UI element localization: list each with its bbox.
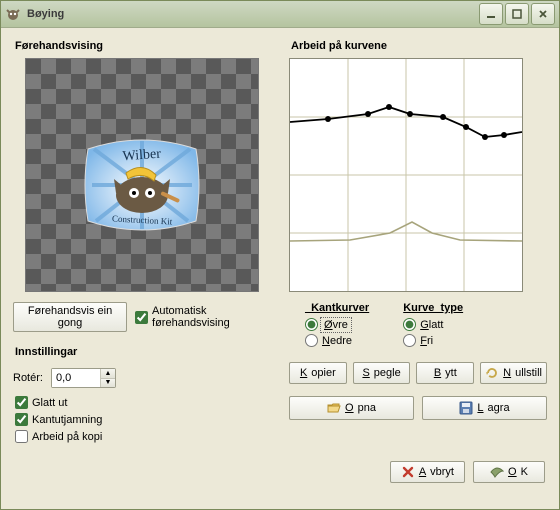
swap-button[interactable]: Bytt [416,362,474,384]
logo-text-top: Wilber [122,147,162,165]
smooth-checkbox[interactable]: Glatt ut [15,396,271,409]
ok-icon [490,465,504,479]
folder-open-icon [327,401,341,415]
open-button[interactable]: Opna [289,396,414,420]
auto-preview-checkbox[interactable]: Automatisk førehandsvising [135,305,271,329]
cancel-icon [401,465,415,479]
edge-upper-input[interactable] [305,318,318,331]
preview-once-button[interactable]: Førehandsvis ein gong [13,302,127,332]
ok-button[interactable]: OK [473,461,545,483]
app-icon [5,6,21,22]
smooth-input[interactable] [15,396,28,409]
settings-title: Innstillingar [15,346,271,358]
save-button[interactable]: Lagra [422,396,547,420]
maximize-button[interactable] [505,3,529,25]
curves-title: Arbeid på kurvene [291,40,547,52]
rotate-up[interactable]: ▲ [101,369,115,379]
edge-curves-title: _Kantkurver [305,302,369,314]
edge-lower-label: edre [330,335,352,347]
edge-upper-radio[interactable]: Øvre [305,318,369,331]
smooth-label: Glatt ut [32,397,67,409]
auto-preview-label: Automatisk førehandsvising [152,305,271,329]
mirror-button[interactable]: Spegle [353,362,411,384]
work-on-copy-input[interactable] [15,430,28,443]
rotate-down[interactable]: ▼ [101,379,115,388]
edge-lower-input[interactable] [305,334,318,347]
window-title: Bøying [27,8,479,20]
edge-upper-label: vre [333,319,348,331]
preview-title: Førehandsvising [15,40,271,52]
save-icon [459,401,473,415]
title-bar: Bøying [1,1,559,28]
type-free-label: ri [427,335,433,347]
reset-icon [485,366,499,380]
curve-type-title: Kurve_type [403,302,463,314]
type-smooth-label: latt [429,319,444,331]
curve-editor[interactable] [289,58,523,292]
close-button[interactable] [531,3,555,25]
preview-image: Wilber Construction Kit [84,137,200,233]
type-smooth-input[interactable] [403,318,416,331]
type-free-radio[interactable]: Fri [403,334,463,347]
edge-lower-radio[interactable]: Nedre [305,334,369,347]
antialias-checkbox[interactable]: Kantutjamning [15,413,271,426]
work-on-copy-label: Arbeid på kopi [32,431,102,443]
rotate-label: Rotér: [13,372,43,384]
type-smooth-radio[interactable]: Glatt [403,318,463,331]
preview-canvas: Wilber Construction Kit [25,58,259,292]
auto-preview-input[interactable] [135,311,148,324]
reset-button[interactable]: Nullstill [480,362,547,384]
antialias-input[interactable] [15,413,28,426]
type-free-input[interactable] [403,334,416,347]
minimize-button[interactable] [479,3,503,25]
cancel-button[interactable]: Avbryt [390,461,465,483]
antialias-label: Kantutjamning [32,414,102,426]
rotate-spinner[interactable]: ▲ ▼ [51,368,116,388]
rotate-input[interactable] [52,369,100,387]
work-on-copy-checkbox[interactable]: Arbeid på kopi [15,430,271,443]
copy-button[interactable]: Kopier [289,362,347,384]
